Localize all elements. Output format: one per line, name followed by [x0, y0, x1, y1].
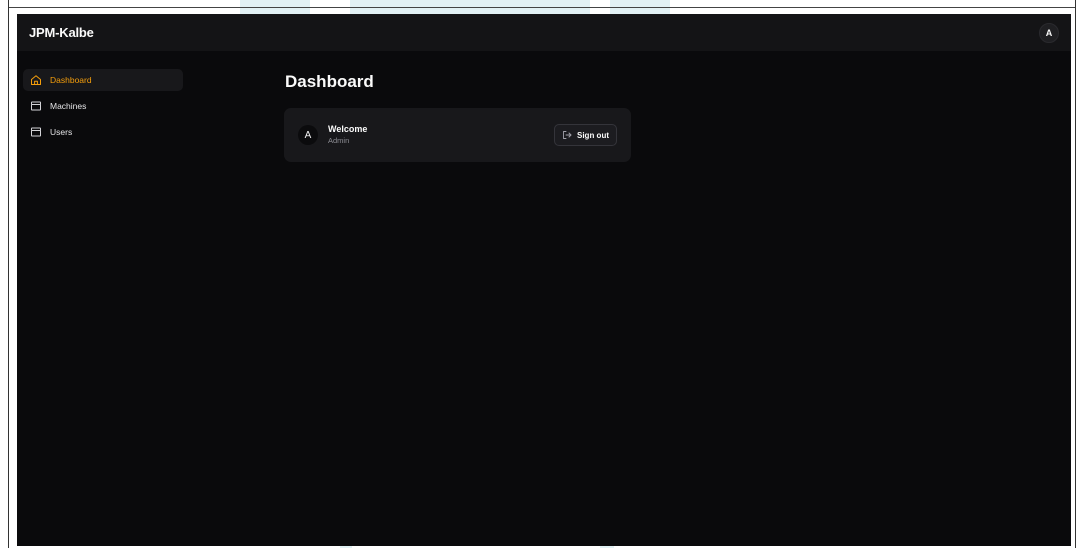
log-out-icon	[562, 130, 572, 140]
user-avatar-button[interactable]: A	[1039, 22, 1059, 43]
sidebar-item-label: Dashboard	[50, 75, 92, 85]
frame-border-right	[1075, 0, 1076, 548]
welcome-title: Welcome	[328, 124, 368, 134]
welcome-card: A Welcome Admin Sign out	[284, 108, 631, 162]
sign-out-label: Sign out	[577, 130, 609, 140]
home-icon	[30, 74, 42, 86]
box-icon	[30, 126, 42, 138]
sidebar-item-label: Users	[50, 127, 73, 137]
sidebar-item-users[interactable]: Users	[23, 121, 183, 143]
avatar: A	[298, 125, 318, 145]
user-role: Admin	[328, 136, 350, 145]
brand-title[interactable]: JPM-Kalbe	[29, 25, 94, 40]
app-window: JPM-Kalbe A Dashboard Machines Users Das…	[17, 14, 1071, 546]
frame-border-top	[8, 7, 1076, 8]
sign-out-button[interactable]: Sign out	[554, 124, 617, 146]
sidebar-item-machines[interactable]: Machines	[23, 95, 183, 117]
sidebar-item-label: Machines	[50, 101, 87, 111]
box-icon	[30, 100, 42, 112]
sidebar: Dashboard Machines Users	[23, 69, 183, 147]
frame-border-left	[8, 0, 9, 548]
top-bar: JPM-Kalbe A	[17, 14, 1071, 51]
page-title: Dashboard	[285, 72, 374, 91]
sidebar-item-dashboard[interactable]: Dashboard	[23, 69, 183, 91]
